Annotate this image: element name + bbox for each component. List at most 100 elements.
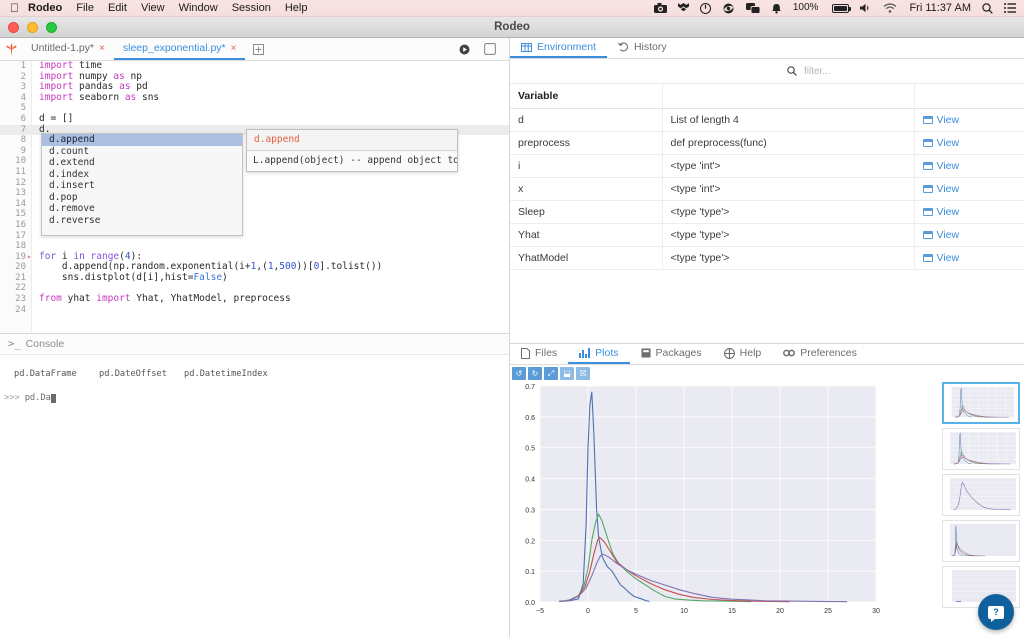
tab-help[interactable]: Help <box>713 344 773 364</box>
view-link[interactable]: View <box>923 137 1024 149</box>
menu-item-window[interactable]: Window <box>179 2 218 14</box>
variable-value: <type 'int'> <box>662 155 914 178</box>
autocomplete-item-pop[interactable]: d.pop <box>42 192 242 204</box>
camera-icon[interactable] <box>654 3 667 13</box>
autocomplete-item-extend[interactable]: d.extend <box>42 157 242 169</box>
bell-icon[interactable] <box>771 3 782 14</box>
eye-icon[interactable] <box>722 3 735 14</box>
view-link[interactable]: View <box>923 229 1024 241</box>
close-icon[interactable]: × <box>99 43 105 54</box>
new-tab-plus-icon[interactable] <box>245 38 272 60</box>
tab-history[interactable]: History <box>607 38 678 58</box>
wifi-icon[interactable] <box>883 3 897 13</box>
toggle-panel-icon[interactable] <box>484 43 496 55</box>
autocomplete-item-append[interactable]: d.append <box>42 134 242 146</box>
plot-thumbnail-2[interactable] <box>942 428 1020 470</box>
table-row[interactable]: x <type 'int'> View <box>510 178 1024 201</box>
view-cell[interactable]: View <box>914 224 1024 247</box>
console-body[interactable]: pd.DataFrame pd.DateOffset pd.DatetimeIn… <box>0 355 509 637</box>
line-text: from yhat import Yhat, YhatModel, prepro… <box>32 294 291 305</box>
view-cell[interactable]: View <box>914 247 1024 270</box>
apple-icon[interactable]:  <box>10 2 19 14</box>
menu-item-rodeo[interactable]: Rodeo <box>28 2 62 14</box>
dropbox-icon[interactable] <box>678 3 689 14</box>
plot-canvas[interactable]: 0.00.10.20.30.40.50.60.7−5051015202530 <box>510 380 940 637</box>
plot-thumbnail-3[interactable] <box>942 474 1020 516</box>
code-editor[interactable]: 1import time 2import numpy as np 3import… <box>0 61 509 333</box>
table-row[interactable]: Sleep <type 'type'> View <box>510 201 1024 224</box>
view-link[interactable]: View <box>923 252 1024 264</box>
view-cell[interactable]: View <box>914 109 1024 132</box>
expand-button[interactable]: ⤢ <box>544 367 558 380</box>
console-suggestion[interactable]: pd.DataFrame <box>14 369 99 379</box>
plot-main: 0.00.10.20.30.40.50.60.7−5051015202530 <box>510 380 1024 637</box>
help-fab[interactable]: ? <box>978 594 1014 630</box>
console-suggestion[interactable]: pd.DateOffset <box>99 369 184 379</box>
tab-label: Files <box>535 347 557 359</box>
view-link[interactable]: View <box>923 160 1024 172</box>
power-icon[interactable] <box>700 3 711 14</box>
editor-tab-sleep-exponential[interactable]: sleep_exponential.py* × <box>114 38 246 60</box>
list-icon[interactable] <box>1004 3 1016 13</box>
column-header-variable[interactable]: Variable <box>510 84 662 109</box>
plot-thumbnail-1[interactable] <box>942 382 1020 424</box>
autocomplete-item-reverse[interactable]: d.reverse <box>42 215 242 227</box>
variable-value: List of length 4 <box>662 109 914 132</box>
tab-files[interactable]: Files <box>510 344 568 364</box>
chat-bubbles-icon[interactable] <box>746 3 760 14</box>
tab-plots[interactable]: Plots <box>568 344 629 364</box>
tab-preferences[interactable]: Preferences <box>772 344 868 364</box>
menubar-clock[interactable]: Fri 11:37 AM <box>909 2 971 14</box>
table-row[interactable]: d List of length 4 View <box>510 109 1024 132</box>
view-link[interactable]: View <box>923 114 1024 126</box>
view-cell[interactable]: View <box>914 178 1024 201</box>
tab-packages[interactable]: Packages <box>630 344 713 364</box>
menu-item-help[interactable]: Help <box>285 2 308 14</box>
autocomplete-item-remove[interactable]: d.remove <box>42 203 242 215</box>
filter-input[interactable] <box>804 66 914 77</box>
table-row[interactable]: Yhat <type 'type'> View <box>510 224 1024 247</box>
tab-environment[interactable]: Environment <box>510 38 607 58</box>
table-row[interactable]: preprocess def preprocess(func) View <box>510 132 1024 155</box>
undo-button[interactable]: ↺ <box>512 367 526 380</box>
kde-plot[interactable]: 0.00.10.20.30.40.50.60.7−5051015202530 <box>510 380 938 620</box>
plot-thumbnail-4[interactable] <box>942 520 1020 562</box>
code-line: 23from yhat import Yhat, YhatModel, prep… <box>0 294 509 305</box>
line-number: 14 <box>0 199 32 210</box>
console-panel: >_ Console pd.DataFrame pd.DateOffset pd… <box>0 333 509 637</box>
menu-item-edit[interactable]: Edit <box>108 2 127 14</box>
console-header[interactable]: >_ Console <box>0 334 509 355</box>
menu-item-file[interactable]: File <box>76 2 94 14</box>
menu-item-session[interactable]: Session <box>232 2 271 14</box>
console-input[interactable]: pd.Da <box>25 393 51 403</box>
run-icon[interactable] <box>459 44 470 55</box>
delete-button[interactable]: ☒ <box>576 367 590 380</box>
line-number: 9 <box>0 146 32 157</box>
table-row[interactable]: YhatModel <type 'type'> View <box>510 247 1024 270</box>
autocomplete-item-insert[interactable]: d.insert <box>42 180 242 192</box>
volume-icon[interactable] <box>860 3 872 13</box>
column-header-value[interactable] <box>662 84 914 109</box>
column-header-actions[interactable] <box>914 84 1024 109</box>
search-icon[interactable] <box>982 3 993 14</box>
autocomplete-item-count[interactable]: d.count <box>42 146 242 158</box>
table-row[interactable]: i <type 'int'> View <box>510 155 1024 178</box>
editor-tab-label: Untitled-1.py* <box>31 42 94 54</box>
autocomplete-item-index[interactable]: d.index <box>42 169 242 181</box>
console-prompt-line[interactable]: >>> pd.Da <box>0 379 509 403</box>
redo-button[interactable]: ↻ <box>528 367 542 380</box>
svg-text:30: 30 <box>872 608 880 615</box>
battery-icon[interactable] <box>829 4 849 13</box>
editor-tab-untitled[interactable]: Untitled-1.py* × <box>22 38 114 60</box>
view-link[interactable]: View <box>923 183 1024 195</box>
save-button[interactable]: ⬓ <box>560 367 574 380</box>
view-link[interactable]: View <box>923 206 1024 218</box>
close-icon[interactable]: × <box>231 43 237 54</box>
view-cell[interactable]: View <box>914 201 1024 224</box>
autocomplete-popup[interactable]: d.append d.count d.extend d.index d.inse… <box>41 133 243 236</box>
menu-item-view[interactable]: View <box>141 2 165 14</box>
view-cell[interactable]: View <box>914 155 1024 178</box>
view-icon <box>923 185 933 193</box>
view-cell[interactable]: View <box>914 132 1024 155</box>
console-suggestion[interactable]: pd.DatetimeIndex <box>184 369 269 379</box>
